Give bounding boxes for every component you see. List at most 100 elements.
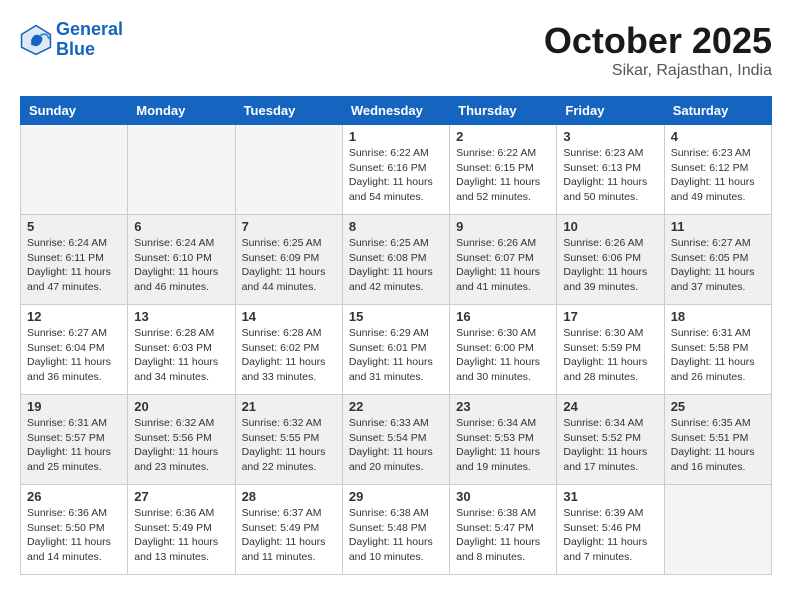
day-info: Sunrise: 6:32 AMSunset: 5:56 PMDaylight:… bbox=[134, 416, 228, 475]
day-header-monday: Monday bbox=[128, 97, 235, 125]
calendar-cell: 24 Sunrise: 6:34 AMSunset: 5:52 PMDayligh… bbox=[557, 395, 664, 485]
day-header-saturday: Saturday bbox=[664, 97, 771, 125]
day-header-friday: Friday bbox=[557, 97, 664, 125]
calendar-cell: 16 Sunrise: 6:30 AMSunset: 6:00 PMDayligh… bbox=[450, 305, 557, 395]
calendar-cell: 4 Sunrise: 6:23 AMSunset: 6:12 PMDaylight… bbox=[664, 125, 771, 215]
week-row-2: 12Sunrise: 6:27 AMSunset: 6:04 PMDayligh… bbox=[21, 305, 772, 395]
day-number: 9 bbox=[456, 219, 550, 234]
day-info: Sunrise: 6:32 AMSunset: 5:55 PMDaylight:… bbox=[242, 416, 336, 475]
calendar-cell: 19Sunrise: 6:31 AMSunset: 5:57 PMDayligh… bbox=[21, 395, 128, 485]
day-number: 13 bbox=[134, 309, 228, 324]
day-info: Sunrise: 6:23 AMSunset: 6:13 PMDaylight:… bbox=[563, 146, 657, 205]
calendar-cell: 6 Sunrise: 6:24 AMSunset: 6:10 PMDaylight… bbox=[128, 215, 235, 305]
day-number: 5 bbox=[27, 219, 121, 234]
day-number: 18 bbox=[671, 309, 765, 324]
calendar-cell: 21Sunrise: 6:32 AMSunset: 5:55 PMDayligh… bbox=[235, 395, 342, 485]
calendar-cell: 14Sunrise: 6:28 AMSunset: 6:02 PMDayligh… bbox=[235, 305, 342, 395]
logo-text: General Blue bbox=[56, 20, 123, 60]
calendar-cell: 12Sunrise: 6:27 AMSunset: 6:04 PMDayligh… bbox=[21, 305, 128, 395]
day-header-thursday: Thursday bbox=[450, 97, 557, 125]
week-row-4: 26Sunrise: 6:36 AMSunset: 5:50 PMDayligh… bbox=[21, 485, 772, 575]
day-info: Sunrise: 6:30 AMSunset: 6:00 PMDaylight:… bbox=[456, 326, 550, 385]
logo: General Blue bbox=[20, 20, 123, 60]
day-info: Sunrise: 6:38 AMSunset: 5:48 PMDaylight:… bbox=[349, 506, 443, 565]
day-number: 23 bbox=[456, 399, 550, 414]
day-number: 25 bbox=[671, 399, 765, 414]
calendar-body: 1 Sunrise: 6:22 AMSunset: 6:16 PMDaylight… bbox=[21, 125, 772, 575]
calendar-cell: 30 Sunrise: 6:38 AMSunset: 5:47 PMDayligh… bbox=[450, 485, 557, 575]
day-info: Sunrise: 6:31 AMSunset: 5:57 PMDaylight:… bbox=[27, 416, 121, 475]
day-info: Sunrise: 6:34 AMSunset: 5:53 PMDaylight:… bbox=[456, 416, 550, 475]
day-number: 14 bbox=[242, 309, 336, 324]
day-number: 29 bbox=[349, 489, 443, 504]
day-info: Sunrise: 6:31 AMSunset: 5:58 PMDaylight:… bbox=[671, 326, 765, 385]
calendar-cell bbox=[128, 125, 235, 215]
title-block: October 2025 Sikar, Rajasthan, India bbox=[544, 20, 772, 80]
calendar-cell: 13 Sunrise: 6:28 AMSunset: 6:03 PMDayligh… bbox=[128, 305, 235, 395]
calendar-cell: 20 Sunrise: 6:32 AMSunset: 5:56 PMDayligh… bbox=[128, 395, 235, 485]
calendar-cell: 29 Sunrise: 6:38 AMSunset: 5:48 PMDayligh… bbox=[342, 485, 449, 575]
day-info: Sunrise: 6:22 AMSunset: 6:15 PMDaylight:… bbox=[456, 146, 550, 205]
day-info: Sunrise: 6:27 AMSunset: 6:04 PMDaylight:… bbox=[27, 326, 121, 385]
day-number: 27 bbox=[134, 489, 228, 504]
day-number: 28 bbox=[242, 489, 336, 504]
day-info: Sunrise: 6:22 AMSunset: 6:16 PMDaylight:… bbox=[349, 146, 443, 205]
day-number: 17 bbox=[563, 309, 657, 324]
calendar-cell: 1 Sunrise: 6:22 AMSunset: 6:16 PMDaylight… bbox=[342, 125, 449, 215]
day-number: 31 bbox=[563, 489, 657, 504]
day-info: Sunrise: 6:29 AMSunset: 6:01 PMDaylight:… bbox=[349, 326, 443, 385]
day-number: 22 bbox=[349, 399, 443, 414]
day-number: 20 bbox=[134, 399, 228, 414]
calendar-cell: 11 Sunrise: 6:27 AMSunset: 6:05 PMDayligh… bbox=[664, 215, 771, 305]
calendar-cell: 17Sunrise: 6:30 AMSunset: 5:59 PMDayligh… bbox=[557, 305, 664, 395]
day-info: Sunrise: 6:27 AMSunset: 6:05 PMDaylight:… bbox=[671, 236, 765, 295]
calendar-cell: 15 Sunrise: 6:29 AMSunset: 6:01 PMDayligh… bbox=[342, 305, 449, 395]
week-row-0: 1 Sunrise: 6:22 AMSunset: 6:16 PMDaylight… bbox=[21, 125, 772, 215]
day-info: Sunrise: 6:38 AMSunset: 5:47 PMDaylight:… bbox=[456, 506, 550, 565]
day-number: 4 bbox=[671, 129, 765, 144]
day-header-wednesday: Wednesday bbox=[342, 97, 449, 125]
calendar-table: SundayMondayTuesdayWednesdayThursdayFrid… bbox=[20, 96, 772, 575]
day-info: Sunrise: 6:34 AMSunset: 5:52 PMDaylight:… bbox=[563, 416, 657, 475]
day-info: Sunrise: 6:26 AMSunset: 6:07 PMDaylight:… bbox=[456, 236, 550, 295]
day-info: Sunrise: 6:37 AMSunset: 5:49 PMDaylight:… bbox=[242, 506, 336, 565]
day-info: Sunrise: 6:24 AMSunset: 6:10 PMDaylight:… bbox=[134, 236, 228, 295]
calendar-cell: 25 Sunrise: 6:35 AMSunset: 5:51 PMDayligh… bbox=[664, 395, 771, 485]
day-info: Sunrise: 6:26 AMSunset: 6:06 PMDaylight:… bbox=[563, 236, 657, 295]
day-header-tuesday: Tuesday bbox=[235, 97, 342, 125]
day-number: 15 bbox=[349, 309, 443, 324]
calendar-cell: 3 Sunrise: 6:23 AMSunset: 6:13 PMDaylight… bbox=[557, 125, 664, 215]
calendar-cell: 22Sunrise: 6:33 AMSunset: 5:54 PMDayligh… bbox=[342, 395, 449, 485]
calendar-cell: 18 Sunrise: 6:31 AMSunset: 5:58 PMDayligh… bbox=[664, 305, 771, 395]
day-number: 16 bbox=[456, 309, 550, 324]
day-info: Sunrise: 6:28 AMSunset: 6:03 PMDaylight:… bbox=[134, 326, 228, 385]
calendar-cell: 23 Sunrise: 6:34 AMSunset: 5:53 PMDayligh… bbox=[450, 395, 557, 485]
day-info: Sunrise: 6:23 AMSunset: 6:12 PMDaylight:… bbox=[671, 146, 765, 205]
day-number: 1 bbox=[349, 129, 443, 144]
month-title: October 2025 bbox=[544, 20, 772, 62]
calendar-cell: 5 Sunrise: 6:24 AMSunset: 6:11 PMDaylight… bbox=[21, 215, 128, 305]
calendar-cell bbox=[21, 125, 128, 215]
day-number: 11 bbox=[671, 219, 765, 234]
location: Sikar, Rajasthan, India bbox=[544, 62, 772, 80]
day-number: 26 bbox=[27, 489, 121, 504]
calendar-cell: 8 Sunrise: 6:25 AMSunset: 6:08 PMDaylight… bbox=[342, 215, 449, 305]
calendar-cell bbox=[235, 125, 342, 215]
day-number: 3 bbox=[563, 129, 657, 144]
day-info: Sunrise: 6:25 AMSunset: 6:09 PMDaylight:… bbox=[242, 236, 336, 295]
day-info: Sunrise: 6:35 AMSunset: 5:51 PMDaylight:… bbox=[671, 416, 765, 475]
page-header: General Blue October 2025 Sikar, Rajasth… bbox=[20, 20, 772, 80]
day-number: 24 bbox=[563, 399, 657, 414]
calendar-header: SundayMondayTuesdayWednesdayThursdayFrid… bbox=[21, 97, 772, 125]
calendar-cell: 27 Sunrise: 6:36 AMSunset: 5:49 PMDayligh… bbox=[128, 485, 235, 575]
day-number: 30 bbox=[456, 489, 550, 504]
day-number: 2 bbox=[456, 129, 550, 144]
day-info: Sunrise: 6:24 AMSunset: 6:11 PMDaylight:… bbox=[27, 236, 121, 295]
calendar-cell: 9 Sunrise: 6:26 AMSunset: 6:07 PMDaylight… bbox=[450, 215, 557, 305]
day-number: 6 bbox=[134, 219, 228, 234]
day-number: 7 bbox=[242, 219, 336, 234]
day-number: 8 bbox=[349, 219, 443, 234]
day-info: Sunrise: 6:36 AMSunset: 5:49 PMDaylight:… bbox=[134, 506, 228, 565]
day-info: Sunrise: 6:39 AMSunset: 5:46 PMDaylight:… bbox=[563, 506, 657, 565]
day-info: Sunrise: 6:25 AMSunset: 6:08 PMDaylight:… bbox=[349, 236, 443, 295]
